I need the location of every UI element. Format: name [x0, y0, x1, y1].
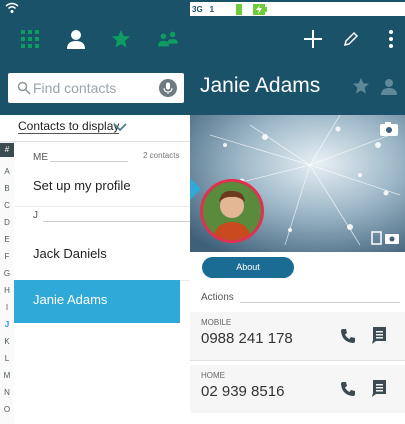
index-letter-current[interactable]: J [0, 320, 14, 329]
divider [50, 161, 128, 162]
plus-icon [304, 30, 322, 48]
sim-badge: 1 [207, 3, 217, 15]
index-letter[interactable]: O [0, 405, 14, 414]
divider [14, 206, 190, 207]
j-section-header: J [33, 210, 38, 221]
action-bar [0, 18, 405, 60]
me-section-header: ME [33, 152, 48, 163]
divider [0, 141, 190, 142]
list-item[interactable]: Jack Daniels [33, 246, 107, 261]
contacts-to-display-label[interactable]: Contacts to display [18, 119, 120, 134]
search-input[interactable]: Find contacts [33, 80, 116, 96]
list-item-label: Janie Adams [33, 292, 108, 307]
setup-profile-item[interactable]: Set up my profile [33, 178, 131, 193]
about-button[interactable]: About [202, 257, 294, 278]
more-vert-icon [389, 30, 393, 48]
message-icon[interactable] [370, 326, 388, 344]
alphabet-index[interactable]: # A B C D E F G H I J K L M N O [0, 142, 14, 424]
index-letter[interactable]: K [0, 337, 14, 346]
voice-search-button[interactable] [159, 79, 177, 97]
cover-photo[interactable] [190, 115, 405, 252]
divider [240, 302, 400, 303]
index-letter[interactable]: B [0, 184, 14, 193]
phone-row-home[interactable]: HOME 02 939 8516 [190, 365, 405, 413]
group-icon [157, 31, 179, 47]
index-letter[interactable]: M [0, 371, 14, 380]
divider [43, 221, 190, 222]
search-icon [17, 81, 31, 95]
index-letter[interactable]: A [0, 167, 14, 176]
change-avatar-icon[interactable] [371, 231, 401, 245]
contacts-to-display-row[interactable]: Contacts to display [0, 115, 190, 141]
avatar-image [203, 182, 261, 240]
index-letter[interactable]: I [0, 303, 14, 312]
index-letter[interactable]: N [0, 388, 14, 397]
change-cover-photo-icon[interactable] [379, 121, 399, 137]
mic-icon [163, 82, 173, 94]
header-row: Find contacts Janie Adams [0, 60, 405, 115]
person-icon [67, 30, 85, 49]
selection-pointer [190, 178, 201, 200]
person-add-icon[interactable] [380, 78, 402, 96]
network-badge: 3G [190, 3, 205, 15]
index-letter[interactable]: C [0, 201, 14, 210]
index-letter[interactable]: L [0, 354, 14, 363]
index-letter[interactable]: G [0, 269, 14, 278]
phone-number[interactable]: 02 939 8516 [201, 383, 284, 400]
index-letter[interactable]: E [0, 235, 14, 244]
signal-icon [219, 5, 230, 15]
pencil-icon [343, 31, 359, 47]
phone-row-mobile[interactable]: MOBILE 0988 241 178 [190, 312, 405, 360]
dial-pad-icon [21, 30, 39, 48]
contact-name-title: Janie Adams [200, 74, 321, 97]
divider [190, 360, 405, 361]
favorites-tab[interactable] [110, 28, 132, 50]
phone-type-label: HOME [201, 371, 225, 380]
groups-tab[interactable] [157, 28, 179, 50]
actions-section-header: Actions [201, 292, 234, 303]
status-bar: 3G 1 9:56 [0, 0, 405, 18]
contact-count: 2 contacts [143, 151, 180, 160]
index-letter[interactable]: F [0, 252, 14, 261]
index-letter[interactable]: # [0, 143, 14, 157]
search-box[interactable]: Find contacts [8, 73, 184, 103]
chevron-down-icon[interactable] [113, 123, 127, 132]
wifi-icon [5, 2, 19, 13]
star-icon [112, 30, 130, 48]
contact-detail-pane: About Actions MOBILE 0988 241 178 HOME 0… [190, 115, 405, 424]
overflow-menu-button[interactable] [380, 28, 402, 50]
phone-icon[interactable] [340, 328, 356, 344]
list-item-selected[interactable]: Janie Adams [14, 280, 180, 323]
message-icon[interactable] [370, 379, 388, 397]
add-contact-button[interactable] [302, 28, 324, 50]
index-letter[interactable]: H [0, 286, 14, 295]
signal-icon-2 [236, 3, 251, 15]
phone-number[interactable]: 0988 241 178 [201, 330, 293, 347]
battery-icon [253, 3, 268, 15]
phone-type-label: MOBILE [201, 318, 232, 327]
dial-pad-tab[interactable] [19, 28, 41, 50]
index-letter[interactable]: D [0, 218, 14, 227]
edit-contact-button[interactable] [340, 28, 362, 50]
favorite-star-icon[interactable] [352, 77, 370, 95]
clock: 9:56 [272, 3, 294, 15]
contact-list-pane: Contacts to display # A B C D E F G H I … [0, 115, 190, 424]
phone-icon[interactable] [340, 381, 356, 397]
contacts-tab[interactable] [65, 28, 87, 50]
avatar[interactable] [200, 179, 264, 243]
